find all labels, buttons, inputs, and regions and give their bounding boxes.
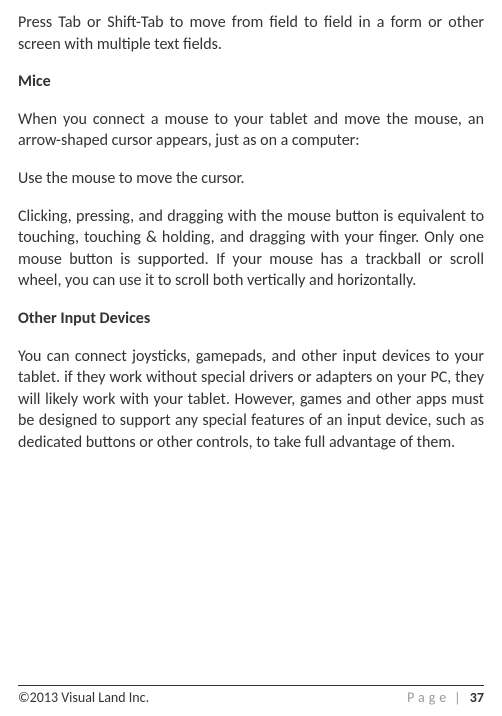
page-content: Press Tab or Shift-Tab to move from fiel… <box>18 12 484 454</box>
paragraph: You can connect joysticks, gamepads, and… <box>18 346 484 454</box>
paragraph: Use the mouse to move the cursor. <box>18 168 484 190</box>
footer-page-number: 37 <box>470 689 484 706</box>
paragraph: Clicking, pressing, and dragging with th… <box>18 206 484 292</box>
footer-page-indicator: Page| 37 <box>407 689 484 706</box>
paragraph: When you connect a mouse to your tablet … <box>18 109 484 152</box>
page-footer: ©2013 Visual Land Inc. Page| 37 <box>18 685 484 706</box>
paragraph: Press Tab or Shift-Tab to move from fiel… <box>18 12 484 55</box>
footer-page-separator: | <box>454 689 460 706</box>
heading-mice: Mice <box>18 71 484 93</box>
heading-other-input: Other Input Devices <box>18 308 484 330</box>
footer-page-label: Page <box>407 689 450 706</box>
footer-copyright: ©2013 Visual Land Inc. <box>18 689 149 706</box>
